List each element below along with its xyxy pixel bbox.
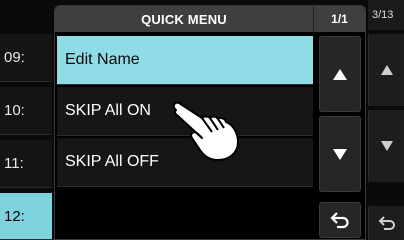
menu-item-edit-name[interactable]: Edit Name [57, 36, 313, 85]
channel-row-12[interactable]: 12: [0, 193, 52, 240]
background-scroll-up-button[interactable] [368, 34, 404, 106]
channel-label: 12: [4, 207, 25, 225]
triangle-up-icon [333, 68, 347, 80]
dialog-page-indicator: 1/1 [313, 6, 365, 32]
triangle-down-icon [380, 141, 393, 151]
channel-row-09[interactable]: 09: [0, 34, 52, 82]
dialog-title: QUICK MENU [55, 6, 313, 32]
channel-row-10[interactable]: 10: [0, 87, 52, 135]
triangle-up-icon [380, 65, 393, 75]
background-scroll-down-button[interactable] [368, 110, 404, 182]
menu-item-label: SKIP All ON [65, 102, 151, 119]
menu-item-label: Edit Name [65, 51, 140, 68]
menu-item-label: SKIP All OFF [65, 153, 159, 170]
background-page-indicator: 3/13 [368, 0, 404, 30]
scroll-up-button[interactable] [319, 36, 361, 112]
channel-label: 09: [4, 49, 25, 66]
return-arrow-icon [330, 212, 349, 229]
channel-label: 11: [4, 155, 24, 172]
hand-pointer-icon [172, 101, 239, 161]
background-back-button[interactable] [368, 206, 404, 240]
scroll-down-button[interactable] [319, 116, 361, 192]
triangle-down-icon [333, 148, 347, 160]
back-button[interactable] [319, 202, 361, 238]
return-arrow-icon [378, 216, 395, 230]
channel-row-11[interactable]: 11: [0, 140, 52, 188]
channel-label: 10: [4, 102, 25, 119]
